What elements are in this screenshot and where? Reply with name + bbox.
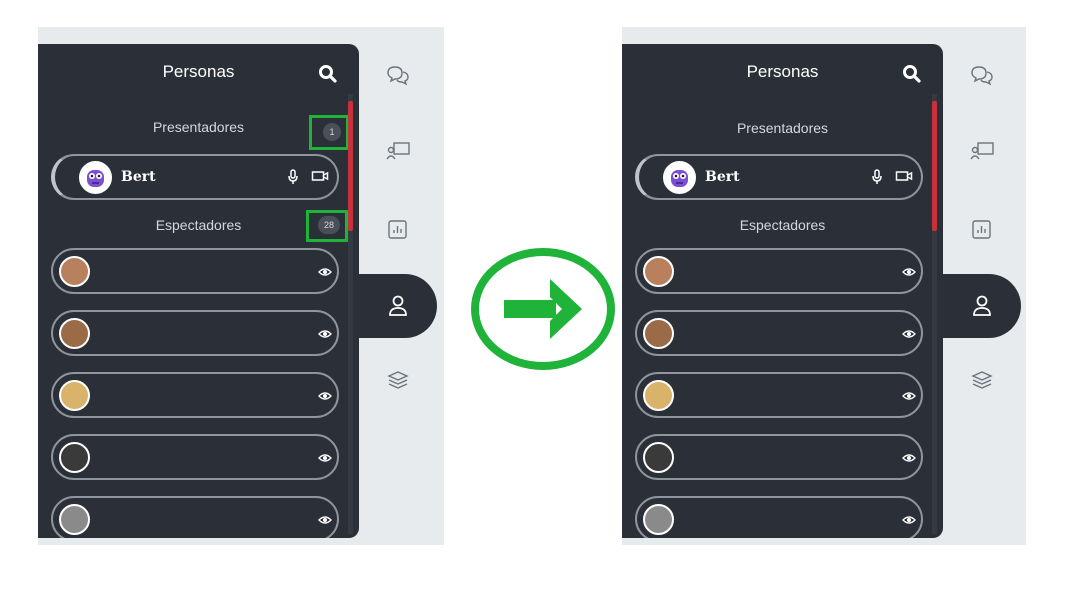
- tab-people[interactable]: [937, 274, 1021, 338]
- avatar: [643, 318, 674, 349]
- presenters-section-title: Presentadores: [736, 120, 829, 136]
- transition-arrow: [470, 247, 616, 371]
- eye-icon: [318, 388, 332, 406]
- viewer-row[interactable]: [51, 310, 339, 356]
- eye-icon: [318, 450, 332, 468]
- viewer-row[interactable]: [51, 496, 339, 538]
- after-screenshot: Personas Presentadores Bert Espectadores: [622, 27, 1026, 545]
- tab-layers[interactable]: [943, 352, 1021, 412]
- avatar: [643, 504, 674, 535]
- avatar: [59, 256, 90, 287]
- sidebar-tabs: [937, 44, 1026, 538]
- tab-chat[interactable]: [943, 46, 1021, 106]
- eye-icon: [902, 326, 916, 344]
- viewers-count-highlight: [306, 210, 348, 242]
- eye-icon: [902, 388, 916, 406]
- tab-presentation[interactable]: [943, 122, 1021, 182]
- presenter-row[interactable]: Bert: [51, 154, 339, 200]
- video-camera-icon: [311, 171, 329, 181]
- avatar: [59, 442, 90, 473]
- bar-chart-icon: [388, 220, 407, 239]
- search-button[interactable]: [902, 64, 924, 86]
- presenter-row[interactable]: Bert: [635, 154, 923, 200]
- before-screenshot: Personas Presentadores 1 Bert Espectador…: [38, 27, 444, 545]
- panel-title: Personas: [162, 62, 235, 81]
- viewer-row[interactable]: [635, 372, 923, 418]
- person-icon: [389, 295, 407, 316]
- layers-icon: [387, 371, 409, 389]
- eye-icon: [318, 512, 332, 530]
- tab-layers[interactable]: [359, 352, 437, 412]
- robot-avatar-icon: [671, 170, 688, 187]
- tab-polls[interactable]: [943, 201, 1021, 261]
- avatar: [643, 380, 674, 411]
- chat-bubbles-icon: [971, 66, 993, 86]
- active-tab-connector: [353, 274, 363, 338]
- eye-icon: [318, 264, 332, 282]
- arrow-right-icon: [471, 248, 615, 370]
- viewer-row[interactable]: [635, 434, 923, 480]
- eye-icon: [902, 512, 916, 530]
- search-button[interactable]: [318, 64, 340, 86]
- camera-button[interactable]: [311, 169, 329, 188]
- scrollbar-thumb[interactable]: [348, 101, 353, 231]
- search-icon: [319, 65, 337, 83]
- user-name: Bert: [121, 169, 156, 185]
- viewer-row[interactable]: [635, 248, 923, 294]
- viewer-row[interactable]: [635, 496, 923, 538]
- avatar: [643, 442, 674, 473]
- avatar: [59, 318, 90, 349]
- chat-bubbles-icon: [387, 66, 409, 86]
- people-panel: Personas Presentadores Bert Espectadores: [622, 44, 943, 538]
- tab-polls[interactable]: [359, 201, 437, 261]
- viewer-row[interactable]: [635, 310, 923, 356]
- scrollbar-thumb[interactable]: [932, 101, 937, 231]
- viewer-row[interactable]: [51, 434, 339, 480]
- robot-avatar-icon: [87, 170, 104, 187]
- eye-icon: [902, 450, 916, 468]
- video-camera-icon: [895, 171, 913, 181]
- avatar: [663, 161, 696, 194]
- user-name: Bert: [705, 169, 740, 185]
- presenters-count-highlight: [309, 115, 349, 150]
- search-icon: [903, 65, 921, 83]
- presentation-icon: [386, 142, 410, 160]
- avatar: [79, 161, 112, 194]
- tab-presentation[interactable]: [359, 122, 437, 182]
- tab-people[interactable]: [353, 274, 437, 338]
- eye-icon: [902, 264, 916, 282]
- microphone-icon: [288, 169, 298, 184]
- tab-chat[interactable]: [359, 46, 437, 106]
- microphone-icon: [872, 169, 882, 184]
- layers-icon: [971, 371, 993, 389]
- avatar: [59, 380, 90, 411]
- active-tab-connector: [937, 274, 947, 338]
- bar-chart-icon: [972, 220, 991, 239]
- microphone-button[interactable]: [287, 169, 299, 190]
- panel-title: Personas: [746, 62, 819, 81]
- viewers-section-title: Espectadores: [739, 217, 826, 233]
- person-icon: [973, 295, 991, 316]
- eye-icon: [318, 326, 332, 344]
- sidebar-tabs: [353, 44, 442, 538]
- avatar: [643, 256, 674, 287]
- microphone-button[interactable]: [871, 169, 883, 190]
- people-panel: Personas Presentadores 1 Bert Espectador…: [38, 44, 359, 538]
- presentation-icon: [970, 142, 994, 160]
- camera-button[interactable]: [895, 169, 913, 188]
- viewer-row[interactable]: [51, 248, 339, 294]
- avatar: [59, 504, 90, 535]
- viewer-row[interactable]: [51, 372, 339, 418]
